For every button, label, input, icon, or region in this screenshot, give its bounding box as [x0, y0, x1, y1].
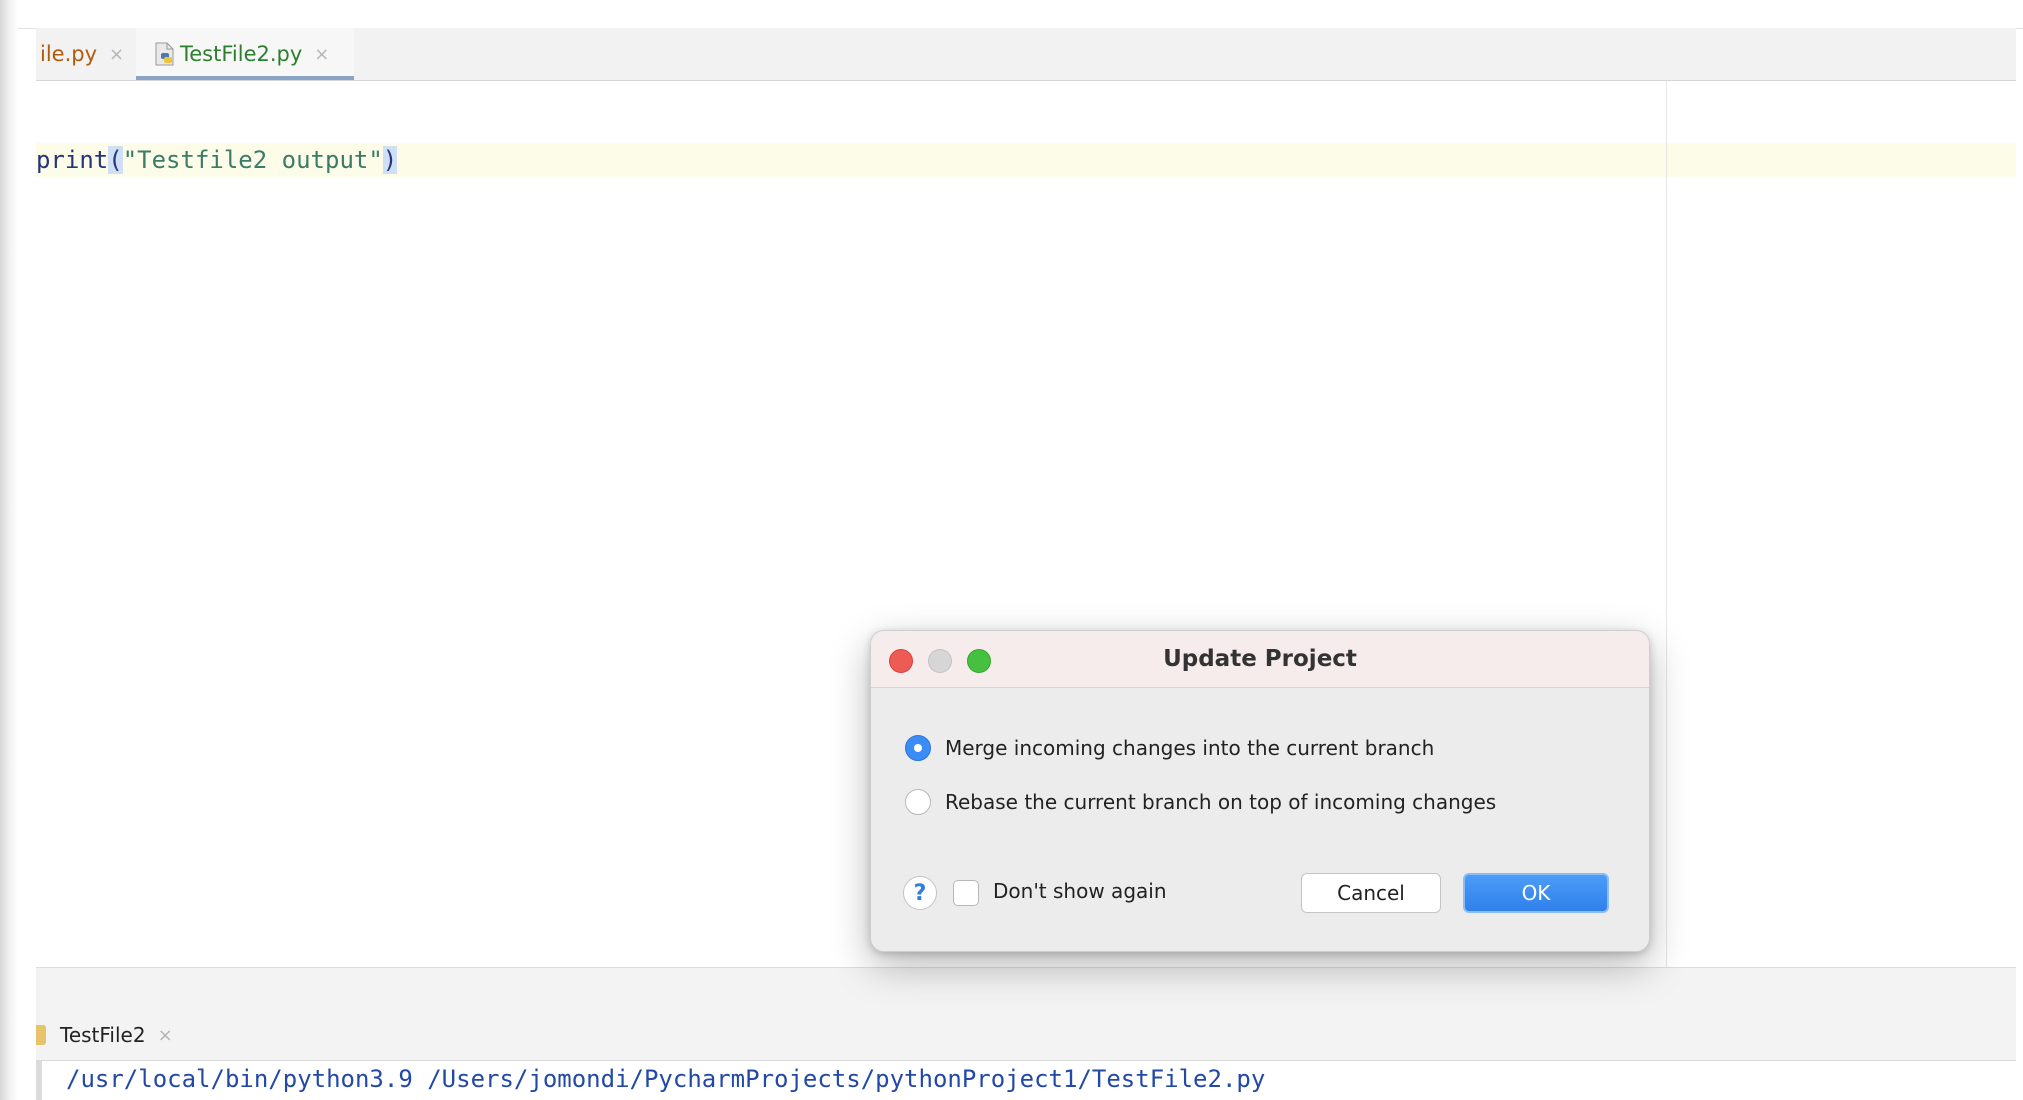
code-close-paren: )	[382, 146, 398, 174]
console-command-line: /usr/local/bin/python3.9 /Users/jomondi/…	[66, 1065, 1266, 1093]
python-run-icon	[36, 1025, 46, 1045]
merge-radio[interactable]	[905, 735, 931, 761]
close-icon[interactable]: ×	[158, 1025, 173, 1046]
merge-option[interactable]: Merge incoming changes into the current …	[905, 735, 1434, 761]
close-icon[interactable]: ×	[109, 44, 124, 65]
editor-tab-bar: ile.py × TestFile2.py ×	[36, 28, 2016, 81]
dont-show-again-checkbox[interactable]	[953, 880, 979, 906]
tab-label: ile.py	[40, 42, 98, 66]
code-line[interactable]: print("Testfile2 output")	[36, 145, 398, 175]
run-tab-label: TestFile2	[60, 1023, 146, 1047]
window-top-bar	[18, 0, 2023, 29]
ok-button[interactable]: OK	[1463, 873, 1609, 913]
rebase-option[interactable]: Rebase the current branch on top of inco…	[905, 789, 1496, 815]
ide-window: ile.py × TestFile2.py × print("Testfile2…	[0, 0, 2023, 1100]
rebase-option-label: Rebase the current branch on top of inco…	[945, 790, 1497, 814]
help-icon[interactable]: ?	[903, 876, 937, 910]
update-project-dialog: Update Project Merge incoming changes in…	[870, 630, 1650, 952]
dialog-footer: ? Don't show again Cancel OK	[871, 861, 1649, 921]
right-margin-guide	[1666, 81, 1667, 967]
run-tab-bar: TestFile2 ×	[36, 1010, 2016, 1061]
run-tab-testfile2[interactable]: TestFile2 ×	[36, 1010, 173, 1060]
dont-show-again-label[interactable]: Don't show again	[993, 879, 1167, 903]
rebase-radio[interactable]	[905, 789, 931, 815]
tool-window-header	[36, 967, 2016, 1011]
code-open-paren: (	[108, 146, 123, 174]
tab-testfile2-py[interactable]: TestFile2.py ×	[136, 28, 354, 80]
window-edge	[0, 0, 18, 1100]
tab-file-py[interactable]: ile.py ×	[36, 28, 134, 80]
merge-option-label: Merge incoming changes into the current …	[945, 736, 1435, 760]
close-icon[interactable]: ×	[314, 44, 329, 65]
active-tab-indicator	[136, 76, 354, 80]
run-console[interactable]: /usr/local/bin/python3.9 /Users/jomondi/…	[36, 1061, 2016, 1100]
tab-label: TestFile2.py	[180, 42, 303, 66]
code-function: print	[36, 146, 109, 174]
code-string: "Testfile2 output"	[122, 146, 383, 174]
console-gutter	[36, 1061, 42, 1100]
dialog-title: Update Project	[1163, 646, 1357, 672]
cancel-button[interactable]: Cancel	[1301, 873, 1441, 913]
python-file-icon	[154, 42, 176, 66]
dialog-title-bar: Update Project	[871, 631, 1649, 688]
